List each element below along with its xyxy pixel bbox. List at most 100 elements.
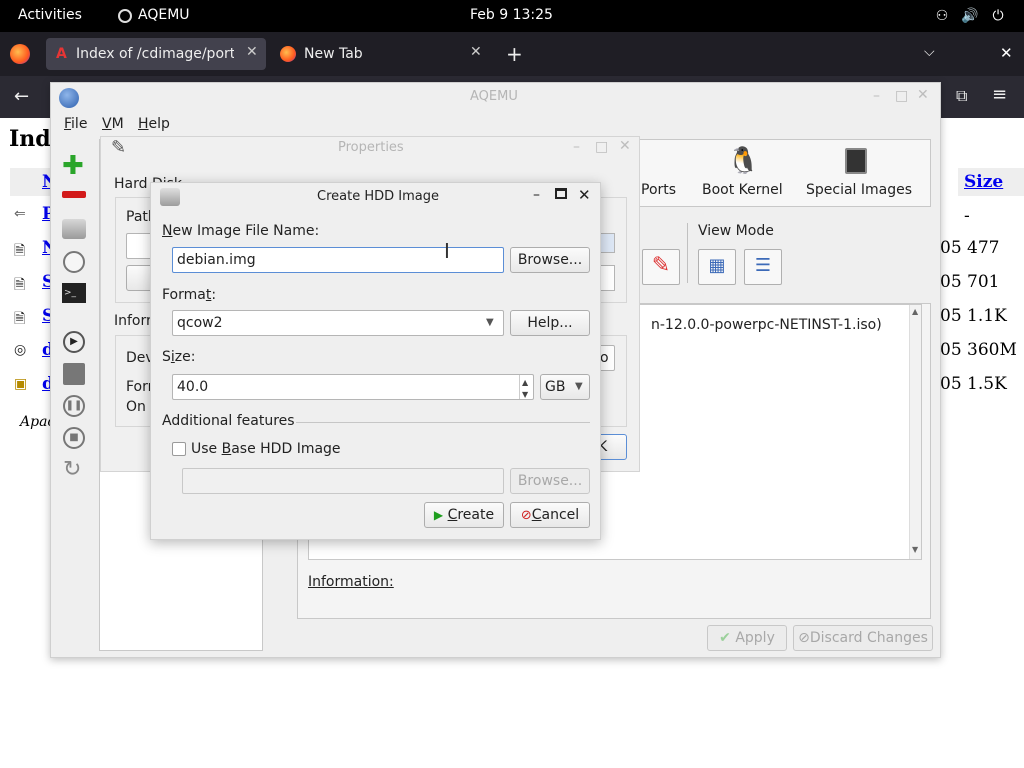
play-icon: ▶: [433, 508, 444, 522]
dialog-title: Create HDD Image: [317, 189, 439, 204]
chevron-down-icon: ▼: [486, 317, 494, 328]
folder-open-icon[interactable]: [599, 233, 615, 253]
menu-vm[interactable]: VM: [102, 116, 124, 132]
clock-icon[interactable]: [63, 251, 85, 273]
discard-label: Discard Changes: [809, 630, 928, 646]
volume-icon[interactable]: 🔊: [960, 6, 980, 26]
spin-buttons[interactable]: ▲ ▼: [519, 375, 533, 399]
aqemu-window-icon: [59, 88, 79, 108]
vm-toolbar: ✚ >_ ▶ ❚❚ ■ ↻: [55, 139, 93, 659]
base-image-path-input[interactable]: [182, 468, 504, 494]
ok-button[interactable]: K: [597, 434, 627, 460]
scroll-down-icon[interactable]: ▼: [912, 545, 918, 554]
gnome-top-bar: Activities AQEMU Feb 9 13:25 ⚇ 🔊 ⏻: [0, 0, 1024, 32]
activities-button[interactable]: Activities: [18, 7, 82, 23]
menu-file[interactable]: File: [64, 116, 87, 132]
tab-new-tab[interactable]: New Tab ✕: [274, 38, 494, 70]
maximize-button[interactable]: [555, 188, 567, 199]
scroll-up-icon[interactable]: ▲: [912, 307, 918, 316]
tab-ports[interactable]: Ports: [641, 182, 676, 198]
discard-changes-button[interactable]: ⊘Discard Changes: [793, 625, 933, 651]
file-name-input[interactable]: debian.img: [172, 247, 504, 273]
window-title: AQEMU: [470, 89, 518, 104]
back-icon[interactable]: ←: [14, 86, 29, 107]
minimize-button[interactable]: –: [873, 88, 880, 104]
accessibility-icon[interactable]: ⚇: [932, 6, 952, 26]
close-button[interactable]: ✕: [917, 87, 929, 103]
stop-icon[interactable]: ■: [63, 427, 85, 449]
size-value: 40.0: [177, 379, 209, 395]
spin-down-icon[interactable]: ▼: [522, 383, 528, 407]
browse-button[interactable]: Browse...: [510, 247, 590, 273]
add-vm-icon[interactable]: ✚: [62, 153, 84, 179]
information-label: Inforr: [114, 313, 152, 329]
firefox-menu-icon[interactable]: [10, 44, 30, 64]
close-button[interactable]: ✕: [619, 138, 631, 154]
create-button[interactable]: ▶ Create: [424, 502, 504, 528]
size-cell: -: [964, 206, 970, 226]
use-base-hdd-label[interactable]: Use Base HDD Image: [191, 441, 341, 457]
close-window-icon[interactable]: ✕: [1000, 44, 1013, 62]
disc-icon: ◎: [14, 342, 27, 358]
apply-button[interactable]: ✔ Apply: [707, 625, 787, 651]
tab-boot-kernel[interactable]: Boot Kernel: [702, 182, 783, 198]
icon-view-icon[interactable]: ▦: [698, 249, 736, 285]
view-mode-label: View Mode: [698, 223, 774, 239]
discard-icon: ⊘: [798, 630, 810, 646]
format-label: Format:: [162, 287, 217, 303]
extensions-icon[interactable]: ⧉: [956, 86, 967, 106]
field-edge: [599, 265, 615, 291]
close-button[interactable]: ✕: [578, 186, 591, 204]
size-unit-select[interactable]: GB ▼: [540, 374, 590, 400]
toolbar-separator: [687, 223, 688, 283]
hdd-icon: [160, 188, 180, 206]
archive-icon: ▣: [14, 376, 28, 392]
close-tab-icon[interactable]: ✕: [470, 44, 482, 60]
use-base-hdd-checkbox[interactable]: [172, 442, 186, 456]
size-column-header[interactable]: Size: [964, 172, 1003, 192]
start-icon[interactable]: ▶: [63, 331, 85, 353]
close-tab-icon[interactable]: ✕: [246, 44, 258, 60]
help-button[interactable]: Help...: [510, 310, 590, 336]
app-menu-label[interactable]: AQEMU: [138, 7, 190, 23]
maximize-button[interactable]: □: [895, 88, 908, 104]
delete-vm-icon[interactable]: [62, 191, 86, 198]
tab-index-of-cdimage[interactable]: A Index of /cdimage/ports/1 ✕: [46, 38, 266, 70]
save-icon[interactable]: [63, 363, 85, 385]
list-view-icon[interactable]: ☰: [744, 249, 782, 285]
reset-icon[interactable]: ↻: [63, 457, 81, 482]
clock[interactable]: Feb 9 13:25: [470, 7, 553, 23]
minimize-button[interactable]: –: [533, 187, 540, 203]
vertical-scrollbar[interactable]: ▲ ▼: [909, 305, 921, 559]
hamburger-menu-icon[interactable]: ≡: [992, 84, 1007, 105]
tux-icon: 🐧: [727, 146, 760, 176]
tab-special-images[interactable]: Special Images: [806, 182, 912, 198]
eraser-icon[interactable]: ✎: [642, 249, 680, 285]
cancel-button[interactable]: ⊘Cancel: [510, 502, 590, 528]
check-icon: ✔: [719, 630, 731, 646]
back-folder-icon: ⇐: [14, 206, 26, 222]
pause-icon[interactable]: ❚❚: [63, 395, 85, 417]
size-spinbox[interactable]: 40.0 ▲ ▼: [172, 374, 534, 400]
section-divider: [296, 422, 590, 423]
tab-label: New Tab: [304, 46, 363, 62]
aqemu-app-icon: [118, 9, 132, 23]
file-name-label: New Image File Name:: [162, 223, 320, 239]
list-all-tabs-icon[interactable]: ⌵: [924, 44, 935, 60]
on-label: On: [126, 399, 146, 415]
information-label: Information:: [308, 574, 394, 590]
menu-help[interactable]: Help: [138, 116, 170, 132]
chip-icon: [845, 148, 867, 174]
new-tab-button[interactable]: +: [506, 42, 523, 66]
minimize-button[interactable]: –: [573, 139, 580, 155]
power-icon[interactable]: ⏻: [988, 6, 1008, 26]
terminal-icon[interactable]: >_: [62, 283, 86, 303]
hard-disk-icon[interactable]: [62, 219, 86, 239]
size-cell: 05 701: [940, 272, 1000, 292]
base-browse-button[interactable]: Browse...: [510, 468, 590, 494]
format-select[interactable]: qcow2 ▼: [172, 310, 504, 336]
tab-label: Index of /cdimage/ports/1: [76, 46, 234, 62]
maximize-button[interactable]: □: [595, 139, 608, 155]
size-label: Size:: [162, 349, 196, 365]
apply-label: Apply: [735, 630, 775, 646]
